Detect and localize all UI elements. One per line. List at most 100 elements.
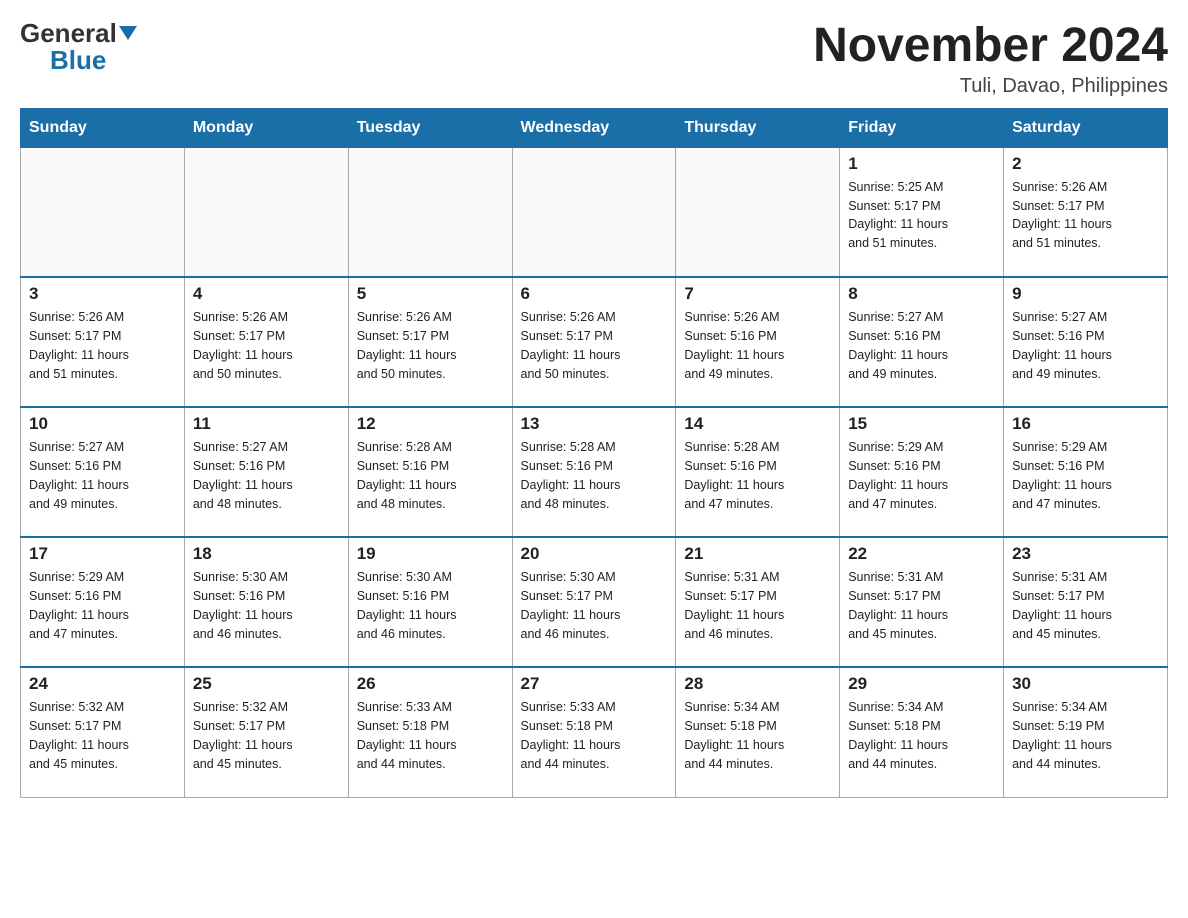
calendar-cell: 27Sunrise: 5:33 AMSunset: 5:18 PMDayligh… [512, 667, 676, 797]
calendar-cell: 9Sunrise: 5:27 AMSunset: 5:16 PMDaylight… [1004, 277, 1168, 407]
day-info: Sunrise: 5:26 AMSunset: 5:17 PMDaylight:… [521, 308, 668, 383]
day-number: 29 [848, 674, 995, 694]
calendar-cell: 29 Sunrise: 5:34 AMSunset: 5:18 PMDayligh… [840, 667, 1004, 797]
day-number: 15 [848, 414, 995, 434]
logo-general-text: General [20, 18, 137, 48]
day-number: 30 [1012, 674, 1159, 694]
calendar-cell: 30 Sunrise: 5:34 AMSunset: 5:19 PMDayligh… [1004, 667, 1168, 797]
logo-triangle-icon [119, 26, 137, 40]
day-number: 18 [193, 544, 340, 564]
day-info: Sunrise: 5:29 AMSunset: 5:16 PMDaylight:… [848, 438, 995, 513]
calendar-col-tuesday: Tuesday [348, 108, 512, 147]
day-info: Sunrise: 5:28 AMSunset: 5:16 PMDaylight:… [684, 438, 831, 513]
day-info: Sunrise: 5:28 AMSunset: 5:16 PMDaylight:… [357, 438, 504, 513]
logo-bottom-row: Blue [20, 47, 106, 74]
day-info: Sunrise: 5:31 AMSunset: 5:17 PMDaylight:… [1012, 568, 1159, 643]
logo-top-row: General [20, 20, 137, 47]
calendar-cell: 16 Sunrise: 5:29 AMSunset: 5:16 PMDayligh… [1004, 407, 1168, 537]
day-number: 4 [193, 284, 340, 304]
day-number: 2 [1012, 154, 1159, 174]
calendar-col-thursday: Thursday [676, 108, 840, 147]
day-number: 21 [684, 544, 831, 564]
day-info: Sunrise: 5:32 AMSunset: 5:17 PMDaylight:… [29, 698, 176, 773]
page-header: General Blue November 2024 Tuli, Davao, … [20, 20, 1168, 98]
calendar-col-sunday: Sunday [21, 108, 185, 147]
calendar-cell: 12 Sunrise: 5:28 AMSunset: 5:16 PMDayligh… [348, 407, 512, 537]
calendar-header-row: SundayMondayTuesdayWednesdayThursdayFrid… [21, 108, 1168, 147]
day-info: Sunrise: 5:34 AMSunset: 5:18 PMDaylight:… [848, 698, 995, 773]
day-number: 8 [848, 284, 995, 304]
calendar-cell [676, 147, 840, 277]
day-info: Sunrise: 5:28 AMSunset: 5:16 PMDaylight:… [521, 438, 668, 513]
title-block: November 2024 Tuli, Davao, Philippines [813, 20, 1168, 98]
day-info: Sunrise: 5:26 AMSunset: 5:17 PMDaylight:… [1012, 178, 1159, 253]
calendar-cell: 20 Sunrise: 5:30 AMSunset: 5:17 PMDayligh… [512, 537, 676, 667]
day-info: Sunrise: 5:30 AMSunset: 5:17 PMDaylight:… [521, 568, 668, 643]
day-number: 17 [29, 544, 176, 564]
day-info: Sunrise: 5:26 AMSunset: 5:17 PMDaylight:… [193, 308, 340, 383]
day-number: 5 [357, 284, 504, 304]
calendar-cell [184, 147, 348, 277]
calendar-cell: 7Sunrise: 5:26 AMSunset: 5:16 PMDaylight… [676, 277, 840, 407]
logo: General Blue [20, 20, 137, 74]
calendar-cell: 5Sunrise: 5:26 AMSunset: 5:17 PMDaylight… [348, 277, 512, 407]
calendar-table: SundayMondayTuesdayWednesdayThursdayFrid… [20, 108, 1168, 798]
day-number: 1 [848, 154, 995, 174]
calendar-cell: 4 Sunrise: 5:26 AMSunset: 5:17 PMDaylight… [184, 277, 348, 407]
calendar-week-row: 17 Sunrise: 5:29 AMSunset: 5:16 PMDayligh… [21, 537, 1168, 667]
month-title: November 2024 [813, 20, 1168, 73]
day-info: Sunrise: 5:34 AMSunset: 5:19 PMDaylight:… [1012, 698, 1159, 773]
calendar-cell [348, 147, 512, 277]
day-info: Sunrise: 5:25 AMSunset: 5:17 PMDaylight:… [848, 178, 995, 253]
day-info: Sunrise: 5:32 AMSunset: 5:17 PMDaylight:… [193, 698, 340, 773]
day-number: 12 [357, 414, 504, 434]
calendar-cell: 28 Sunrise: 5:34 AMSunset: 5:18 PMDayligh… [676, 667, 840, 797]
day-info: Sunrise: 5:27 AMSunset: 5:16 PMDaylight:… [1012, 308, 1159, 383]
day-info: Sunrise: 5:30 AMSunset: 5:16 PMDaylight:… [357, 568, 504, 643]
day-info: Sunrise: 5:31 AMSunset: 5:17 PMDaylight:… [684, 568, 831, 643]
day-info: Sunrise: 5:29 AMSunset: 5:16 PMDaylight:… [1012, 438, 1159, 513]
logo-blue-text: Blue [50, 45, 106, 75]
calendar-cell: 24 Sunrise: 5:32 AMSunset: 5:17 PMDayligh… [21, 667, 185, 797]
calendar-cell: 13Sunrise: 5:28 AMSunset: 5:16 PMDayligh… [512, 407, 676, 537]
location-text: Tuli, Davao, Philippines [813, 75, 1168, 98]
calendar-cell: 17 Sunrise: 5:29 AMSunset: 5:16 PMDayligh… [21, 537, 185, 667]
day-info: Sunrise: 5:34 AMSunset: 5:18 PMDaylight:… [684, 698, 831, 773]
calendar-cell [21, 147, 185, 277]
calendar-cell: 10Sunrise: 5:27 AMSunset: 5:16 PMDayligh… [21, 407, 185, 537]
day-number: 28 [684, 674, 831, 694]
calendar-cell: 26 Sunrise: 5:33 AMSunset: 5:18 PMDayligh… [348, 667, 512, 797]
day-number: 22 [848, 544, 995, 564]
calendar-cell: 21 Sunrise: 5:31 AMSunset: 5:17 PMDayligh… [676, 537, 840, 667]
calendar-cell [512, 147, 676, 277]
day-number: 23 [1012, 544, 1159, 564]
day-number: 26 [357, 674, 504, 694]
calendar-col-wednesday: Wednesday [512, 108, 676, 147]
day-number: 25 [193, 674, 340, 694]
day-info: Sunrise: 5:27 AMSunset: 5:16 PMDaylight:… [848, 308, 995, 383]
day-number: 10 [29, 414, 176, 434]
calendar-cell: 8 Sunrise: 5:27 AMSunset: 5:16 PMDaylight… [840, 277, 1004, 407]
day-number: 6 [521, 284, 668, 304]
calendar-cell: 11Sunrise: 5:27 AMSunset: 5:16 PMDayligh… [184, 407, 348, 537]
calendar-col-monday: Monday [184, 108, 348, 147]
calendar-week-row: 1 Sunrise: 5:25 AMSunset: 5:17 PMDaylight… [21, 147, 1168, 277]
calendar-cell: 15 Sunrise: 5:29 AMSunset: 5:16 PMDayligh… [840, 407, 1004, 537]
day-info: Sunrise: 5:33 AMSunset: 5:18 PMDaylight:… [357, 698, 504, 773]
calendar-cell: 19 Sunrise: 5:30 AMSunset: 5:16 PMDayligh… [348, 537, 512, 667]
day-number: 24 [29, 674, 176, 694]
day-number: 14 [684, 414, 831, 434]
day-number: 20 [521, 544, 668, 564]
day-info: Sunrise: 5:26 AMSunset: 5:17 PMDaylight:… [29, 308, 176, 383]
calendar-week-row: 10Sunrise: 5:27 AMSunset: 5:16 PMDayligh… [21, 407, 1168, 537]
calendar-col-saturday: Saturday [1004, 108, 1168, 147]
day-number: 27 [521, 674, 668, 694]
calendar-cell: 2 Sunrise: 5:26 AMSunset: 5:17 PMDaylight… [1004, 147, 1168, 277]
calendar-cell: 1 Sunrise: 5:25 AMSunset: 5:17 PMDaylight… [840, 147, 1004, 277]
day-number: 11 [193, 414, 340, 434]
day-number: 16 [1012, 414, 1159, 434]
day-number: 19 [357, 544, 504, 564]
day-info: Sunrise: 5:29 AMSunset: 5:16 PMDaylight:… [29, 568, 176, 643]
day-info: Sunrise: 5:31 AMSunset: 5:17 PMDaylight:… [848, 568, 995, 643]
calendar-cell: 18Sunrise: 5:30 AMSunset: 5:16 PMDayligh… [184, 537, 348, 667]
